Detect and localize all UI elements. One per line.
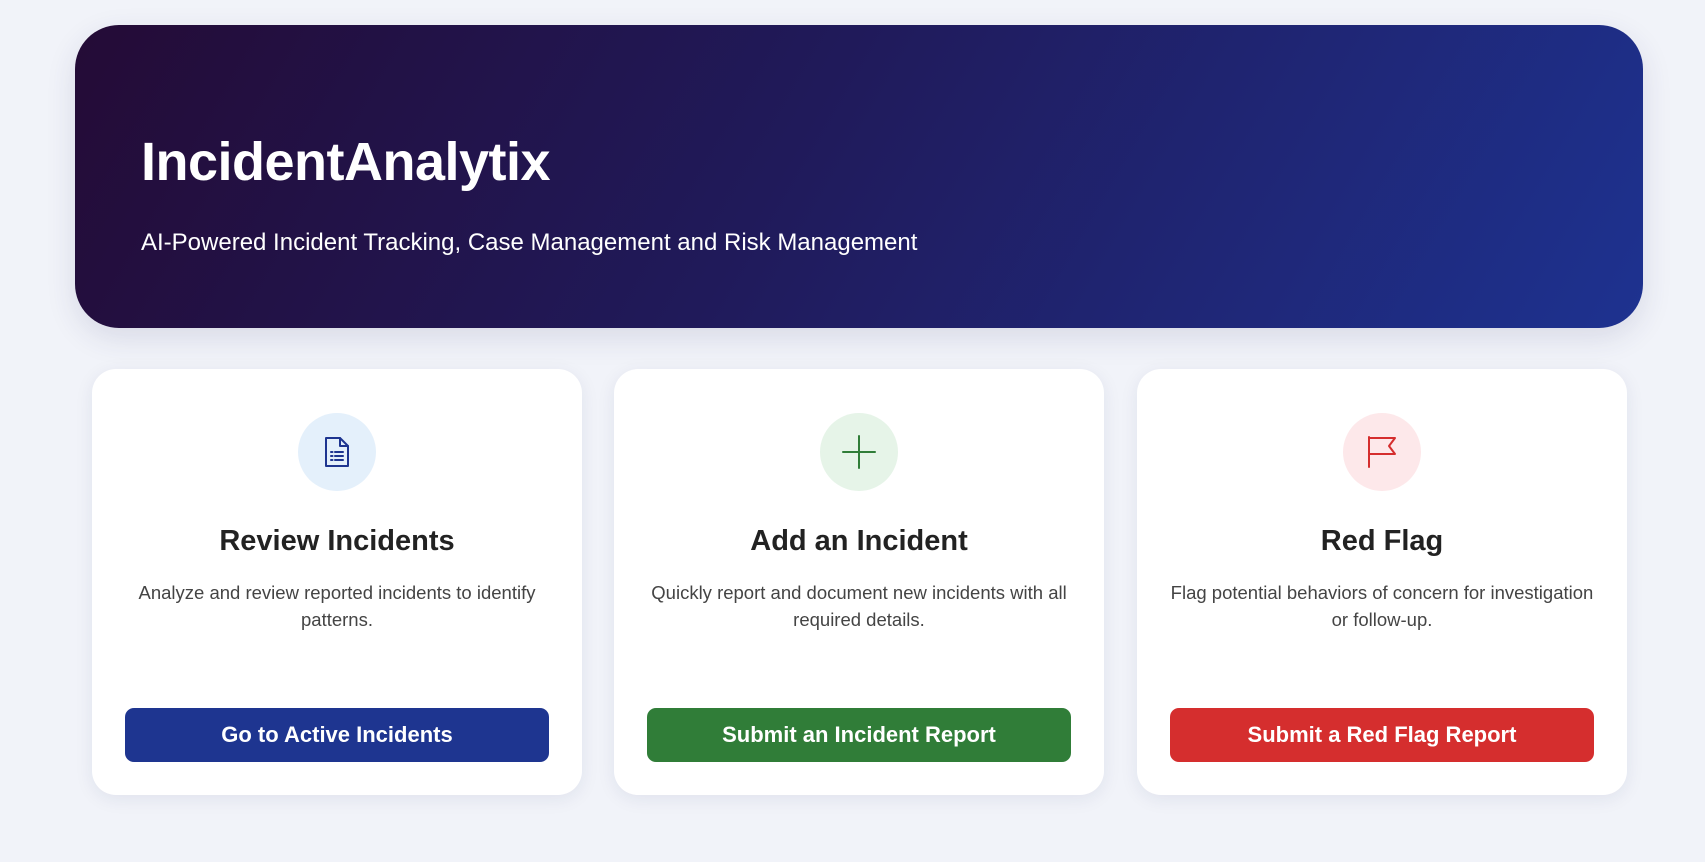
card-description: Quickly report and document new incident… [651, 582, 1067, 630]
hero-banner: IncidentAnalytix AI-Powered Incident Tra… [75, 25, 1643, 328]
card-description: Analyze and review reported incidents to… [138, 582, 536, 630]
flag-icon [1343, 413, 1421, 491]
red-flag-card: Red Flag Flag potential behaviors of con… [1137, 369, 1627, 795]
card-title: Add an Incident [750, 525, 968, 557]
plus-icon [820, 413, 898, 491]
card-title: Red Flag [1320, 525, 1444, 557]
document-list-icon [298, 413, 376, 491]
submit-red-flag-report-button[interactable]: Submit a Red Flag Report [1170, 708, 1594, 762]
app-subtitle: AI-Powered Incident Tracking, Case Manag… [141, 229, 918, 256]
go-to-active-incidents-button[interactable]: Go to Active Incidents [125, 708, 549, 762]
add-incident-card: Add an Incident Quickly report and docum… [614, 369, 1104, 795]
card-description: Flag potential behaviors of concern for … [1170, 582, 1594, 630]
card-title: Review Incidents [219, 525, 455, 557]
review-incidents-card: Review Incidents Analyze and review repo… [92, 369, 582, 795]
app-title: IncidentAnalytix [141, 132, 551, 192]
submit-incident-report-button[interactable]: Submit an Incident Report [647, 708, 1071, 762]
